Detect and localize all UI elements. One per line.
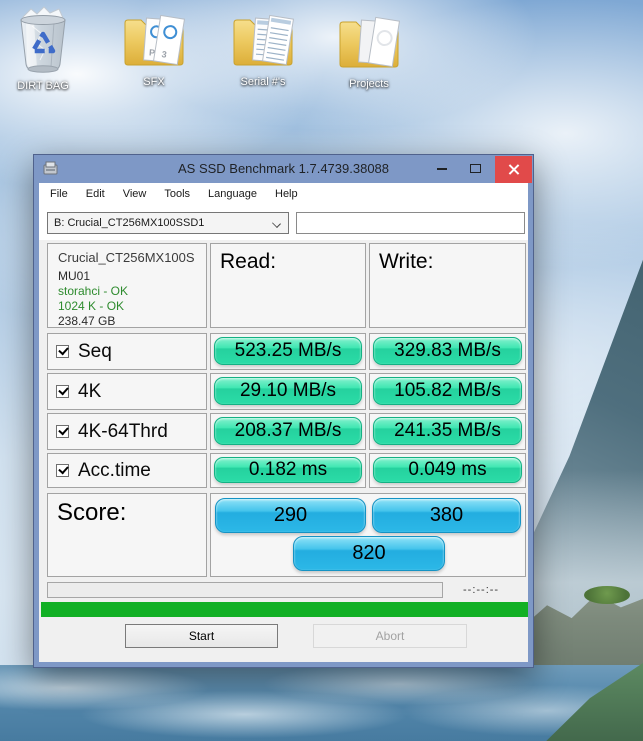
test-row-4k64: 4K-64Thrd bbox=[47, 413, 207, 450]
test-label: 4K-64Thrd bbox=[78, 420, 168, 442]
test-label: Seq bbox=[78, 340, 112, 362]
4k64-read-result: 208.37 MB/s bbox=[214, 417, 362, 445]
score-label-panel: Score: bbox=[47, 493, 207, 577]
acctime-checkbox[interactable] bbox=[56, 464, 69, 477]
test-row-acctime: Acc.time bbox=[47, 453, 207, 488]
progress-bar bbox=[47, 582, 443, 598]
score-panel: 290 380 820 bbox=[210, 493, 526, 577]
test-label: 4K bbox=[78, 380, 102, 402]
desktop-icon-sfx-folder[interactable]: P3 3 SFX bbox=[111, 10, 197, 88]
desktop: DIRT BAG P3 3 SFX bbox=[0, 0, 643, 741]
titlebar[interactable]: AS SSD Benchmark 1.7.4739.38088 bbox=[34, 155, 533, 183]
folder-documents-icon bbox=[230, 10, 296, 75]
start-button[interactable]: Start bbox=[125, 624, 278, 648]
4k64-checkbox[interactable] bbox=[56, 425, 69, 438]
test-label: Acc.time bbox=[78, 459, 151, 481]
shore-shrub bbox=[584, 586, 630, 604]
recycle-bin-icon bbox=[8, 6, 78, 79]
drive-select-value: B: Crucial_CT256MX100SSD1 bbox=[54, 217, 205, 229]
drive-select-dropdown[interactable]: B: Crucial_CT256MX100SSD1 bbox=[47, 212, 289, 234]
client-area: File Edit View Tools Language Help B: Cr… bbox=[39, 183, 528, 662]
drive-driver-status: storahci - OK bbox=[58, 284, 129, 299]
result-textbox[interactable] bbox=[296, 212, 525, 234]
status-bar-green bbox=[41, 602, 528, 617]
test-row-seq: Seq bbox=[47, 333, 207, 370]
menu-file[interactable]: File bbox=[41, 183, 77, 207]
seq-read-cell: 523.25 MB/s bbox=[210, 333, 366, 370]
drive-alignment-status: 1024 K - OK bbox=[58, 299, 125, 314]
menu-view[interactable]: View bbox=[114, 183, 156, 207]
seq-write-cell: 329.83 MB/s bbox=[369, 333, 526, 370]
acctime-write-cell: 0.049 ms bbox=[369, 453, 526, 488]
read-header: Read: bbox=[220, 250, 277, 273]
drive-info-panel: Crucial_CT256MX100S MU01 storahci - OK 1… bbox=[47, 243, 207, 328]
icon-label: DIRT BAG bbox=[17, 80, 69, 92]
4k-read-result: 29.10 MB/s bbox=[214, 377, 362, 405]
4k64-write-cell: 241.35 MB/s bbox=[369, 413, 526, 450]
4k-write-result: 105.82 MB/s bbox=[373, 377, 522, 405]
water-reflections bbox=[0, 665, 643, 741]
desktop-icon-recycle-bin[interactable]: DIRT BAG bbox=[0, 6, 86, 92]
icon-label: Projects bbox=[349, 78, 389, 90]
close-button[interactable] bbox=[495, 156, 532, 183]
menu-help[interactable]: Help bbox=[266, 183, 307, 207]
4k64-write-result: 241.35 MB/s bbox=[373, 417, 522, 445]
acctime-read-cell: 0.182 ms bbox=[210, 453, 366, 488]
seq-read-result: 523.25 MB/s bbox=[214, 337, 362, 365]
icon-label: Serial #'s bbox=[240, 76, 286, 88]
4k-write-cell: 105.82 MB/s bbox=[369, 373, 526, 410]
4k-checkbox[interactable] bbox=[56, 385, 69, 398]
read-column-header-panel: Read: bbox=[210, 243, 366, 328]
folder-icon bbox=[336, 12, 402, 77]
drive-model: Crucial_CT256MX100S bbox=[58, 250, 195, 265]
menu-tools[interactable]: Tools bbox=[155, 183, 199, 207]
write-column-header-panel: Write: bbox=[369, 243, 526, 328]
chevron-down-icon bbox=[272, 219, 281, 228]
score-read: 290 bbox=[215, 498, 366, 533]
menu-edit[interactable]: Edit bbox=[77, 183, 114, 207]
window-title: AS SSD Benchmark 1.7.4739.38088 bbox=[177, 161, 390, 176]
desktop-icon-projects-folder[interactable]: Projects bbox=[326, 12, 412, 90]
4k-read-cell: 29.10 MB/s bbox=[210, 373, 366, 410]
drive-capacity: 238.47 GB bbox=[58, 314, 116, 329]
score-total: 820 bbox=[293, 536, 445, 571]
close-icon bbox=[507, 163, 520, 176]
drive-firmware: MU01 bbox=[58, 269, 91, 284]
4k64-read-cell: 208.37 MB/s bbox=[210, 413, 366, 450]
test-row-4k: 4K bbox=[47, 373, 207, 410]
score-label: Score: bbox=[57, 499, 127, 526]
menu-bar: File Edit View Tools Language Help bbox=[41, 183, 307, 207]
abort-button: Abort bbox=[313, 624, 467, 648]
score-write: 380 bbox=[372, 498, 521, 533]
desktop-icon-serials-folder[interactable]: Serial #'s bbox=[220, 10, 306, 88]
minimize-button[interactable] bbox=[428, 155, 455, 182]
as-ssd-benchmark-window: AS SSD Benchmark 1.7.4739.38088 File Edi… bbox=[33, 154, 534, 668]
acctime-write-result: 0.049 ms bbox=[373, 457, 522, 483]
write-header: Write: bbox=[379, 250, 434, 273]
acctime-read-result: 0.182 ms bbox=[214, 457, 362, 483]
seq-write-result: 329.83 MB/s bbox=[373, 337, 522, 365]
menu-language[interactable]: Language bbox=[199, 183, 266, 207]
folder-audio-icon: P3 3 bbox=[121, 10, 187, 75]
icon-label: SFX bbox=[143, 76, 165, 88]
seq-checkbox[interactable] bbox=[56, 345, 69, 358]
time-remaining: --:--:-- bbox=[463, 584, 500, 596]
maximize-button[interactable] bbox=[462, 155, 489, 182]
